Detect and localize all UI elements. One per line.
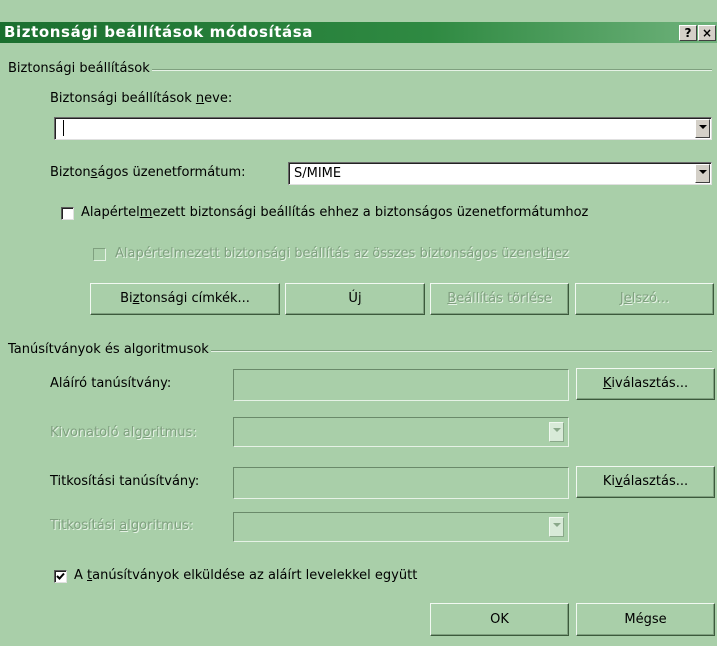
close-icon: ×	[701, 26, 713, 40]
chevron-down-icon[interactable]	[549, 517, 564, 537]
group-certificates-label: Tanúsítványok és algoritmusok	[6, 342, 211, 357]
signing-certificate-field[interactable]	[233, 369, 569, 401]
choose-encryption-cert-button[interactable]: Kiválasztás...	[576, 466, 715, 498]
choose-signing-cert-button[interactable]: Kiválasztás...	[576, 368, 715, 400]
default-for-format-checkbox[interactable]	[61, 207, 74, 220]
message-format-select[interactable]: S/MIME	[288, 162, 712, 185]
text-cursor	[63, 120, 64, 136]
hash-algorithm-label: Kivonatoló algoritmus:	[50, 425, 197, 440]
security-settings-dialog: Biztonsági beállítások módosítása ? × Bi…	[0, 0, 717, 646]
hash-algorithm-select[interactable]	[233, 417, 569, 447]
encryption-certificate-label: Titkosítási tanúsítvány:	[50, 474, 200, 489]
password-button[interactable]: Jelszó...	[575, 283, 714, 315]
cancel-button[interactable]: Mégse	[576, 603, 715, 636]
message-format-label: Biztonságos üzenetformátum:	[50, 165, 246, 180]
ok-button[interactable]: OK	[430, 603, 569, 636]
dialog-title: Biztonsági beállítások módosítása	[4, 23, 313, 41]
default-for-all-checkbox[interactable]	[93, 248, 106, 261]
settings-name-combo[interactable]	[54, 117, 712, 140]
title-bar[interactable]: Biztonsági beállítások módosítása ? ×	[0, 22, 717, 43]
security-labels-button[interactable]: Biztonsági címkék...	[90, 283, 280, 315]
delete-settings-button[interactable]: Beállítás törlése	[430, 283, 569, 315]
settings-name-label: Biztonsági beállítások neve:	[50, 91, 233, 106]
send-certificates-label: A tanúsítványok elküldése az aláírt leve…	[74, 568, 418, 583]
new-button[interactable]: Új	[285, 283, 425, 315]
encryption-algorithm-select[interactable]	[233, 512, 569, 542]
group-security-settings-label: Biztonsági beállítások	[6, 61, 152, 76]
encryption-algorithm-label: Titkosítási algoritmus:	[50, 518, 194, 533]
encryption-certificate-field[interactable]	[233, 467, 569, 499]
checkmark-icon	[56, 572, 65, 580]
default-for-all-label: Alapértelmezett biztonsági beállítás az …	[115, 246, 569, 261]
signing-certificate-label: Aláíró tanúsítvány:	[50, 376, 172, 391]
chevron-down-icon[interactable]	[695, 119, 710, 138]
close-button[interactable]: ×	[698, 25, 716, 41]
message-format-value: S/MIME	[294, 166, 342, 181]
help-icon: ?	[684, 26, 692, 40]
help-button[interactable]: ?	[679, 25, 697, 41]
send-certificates-checkbox[interactable]	[54, 570, 67, 583]
chevron-down-icon[interactable]	[549, 422, 564, 442]
chevron-down-icon[interactable]	[695, 164, 710, 183]
default-for-format-label: Alapértelmezett biztonsági beállítás ehh…	[81, 205, 589, 220]
